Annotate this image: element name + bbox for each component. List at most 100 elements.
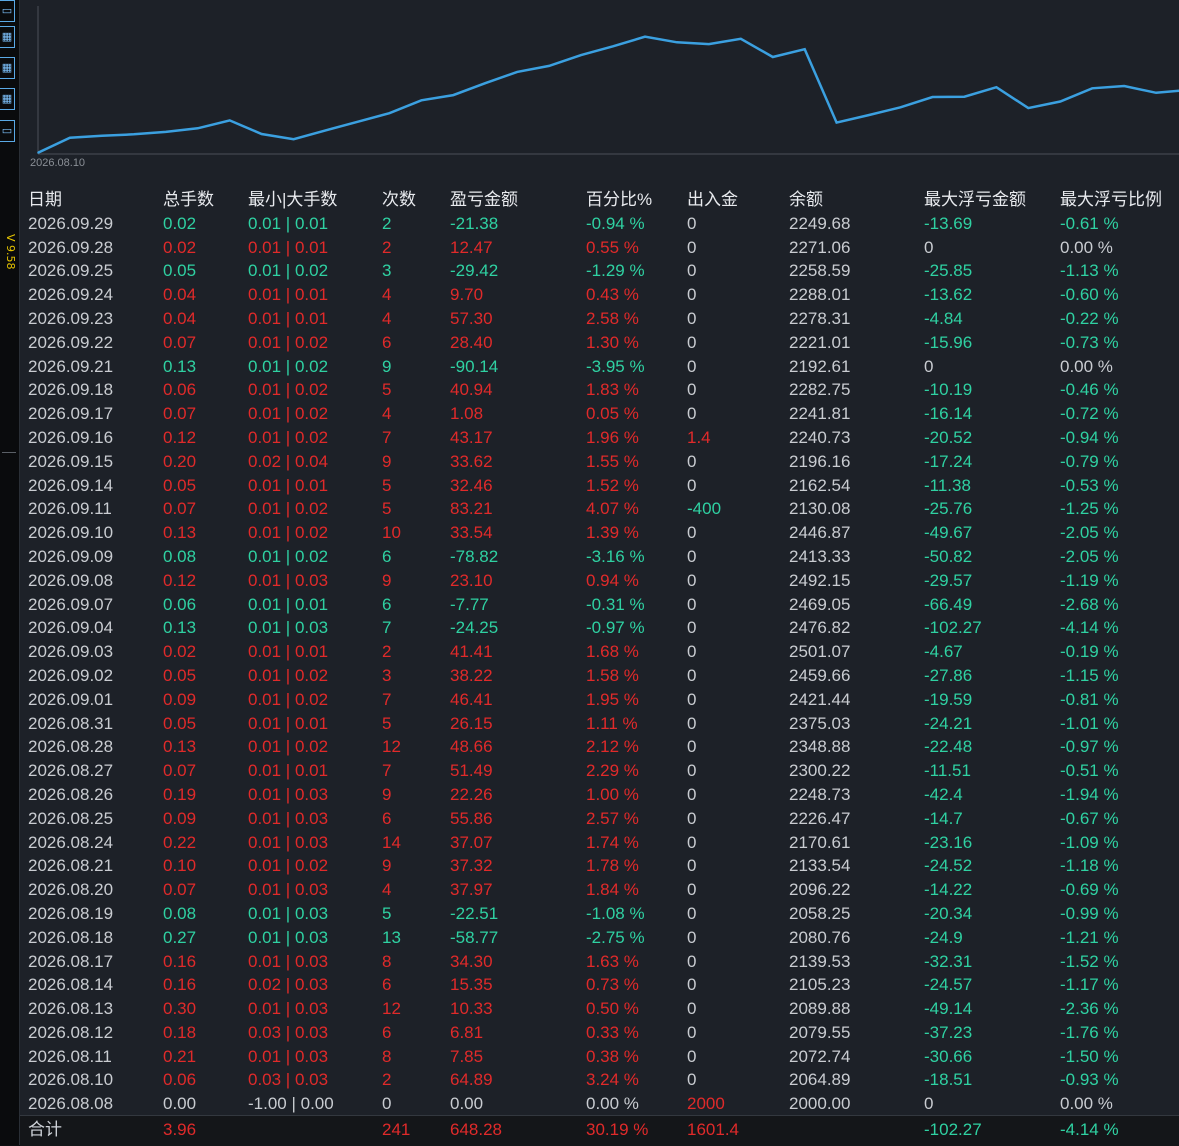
table-row[interactable]: 2026.08.13 0.30 0.01 | 0.03 12 10.33 0.50 % 0 2…: [20, 997, 1179, 1021]
table-row[interactable]: 2026.08.08 0.00 -1.00 | 0.00 0 0.00 0.00 % 200…: [20, 1092, 1179, 1116]
tool-icon-2[interactable]: ▦: [0, 26, 15, 48]
cell-total-lots: 0.05: [163, 665, 197, 685]
table-row[interactable]: 2026.09.04 0.13 0.01 | 0.03 7 -24.25 -0.97 % 0…: [20, 616, 1179, 640]
table-row[interactable]: 2026.08.26 0.19 0.01 | 0.03 9 22.26 1.00 % 0 22…: [20, 783, 1179, 807]
table-row[interactable]: 2026.08.24 0.22 0.01 | 0.03 14 37.07 1.74 % 0 2…: [20, 831, 1179, 855]
tool-icon-1[interactable]: ▭: [0, 0, 15, 22]
cell-count: 6: [382, 1022, 392, 1042]
cell-total-lots: 0.12: [163, 427, 197, 447]
table-row[interactable]: 2026.08.10 0.06 0.03 | 0.03 2 64.89 3.24 % 0 20…: [20, 1068, 1179, 1092]
table-row[interactable]: 2026.09.16 0.12 0.01 | 0.02 7 43.17 1.96 % 1.4…: [20, 426, 1179, 450]
header-total-lots[interactable]: 总手数: [163, 188, 214, 212]
table-row[interactable]: 2026.08.25 0.09 0.01 | 0.03 6 55.86 2.57 % 0 22…: [20, 807, 1179, 831]
cell-min-max-lots: -1.00 | 0.00: [248, 1094, 334, 1114]
table-row[interactable]: 2026.09.24 0.04 0.01 | 0.01 4 9.70 0.43 % 0 228…: [20, 283, 1179, 307]
table-row[interactable]: 2026.08.19 0.08 0.01 | 0.03 5 -22.51 -1.08 % 0…: [20, 902, 1179, 926]
table-row[interactable]: 2026.08.11 0.21 0.01 | 0.03 8 7.85 0.38 % 0 207…: [20, 1045, 1179, 1069]
cell-percent: 1.74 %: [586, 832, 639, 852]
table-row[interactable]: 2026.08.14 0.16 0.02 | 0.03 6 15.35 0.73 % 0 21…: [20, 973, 1179, 997]
cell-max-float-ratio: -1.21 %: [1060, 927, 1119, 947]
cell-min-max-lots: 0.01 | 0.01: [248, 475, 329, 495]
table-row[interactable]: 2026.09.11 0.07 0.01 | 0.02 5 83.21 4.07 % -40…: [20, 497, 1179, 521]
tool-icon-5[interactable]: ▭: [0, 120, 15, 142]
cell-count: 2: [382, 642, 392, 662]
cell-max-float-loss: 0: [924, 237, 934, 257]
header-max-float-ratio[interactable]: 最大浮亏比例: [1060, 188, 1162, 212]
cell-total-lots: 0.13: [163, 356, 197, 376]
table-row[interactable]: 2026.08.20 0.07 0.01 | 0.03 4 37.97 1.84 % 0 20…: [20, 878, 1179, 902]
cell-count: 6: [382, 546, 392, 566]
balance-chart: 2026.08.10: [20, 0, 1179, 176]
header-deposit-withdraw[interactable]: 出入金: [687, 188, 738, 212]
balance-point: [1027, 107, 1030, 109]
cell-pnl: 41.41: [450, 642, 493, 662]
cell-min-max-lots: 0.01 | 0.01: [248, 285, 329, 305]
header-min-max-lots[interactable]: 最小|大手数: [248, 188, 337, 212]
table-row[interactable]: 2026.09.15 0.20 0.02 | 0.04 9 33.62 1.55 % 0 21…: [20, 450, 1179, 474]
header-percent[interactable]: 百分比%: [586, 188, 652, 212]
report-panel: 2026.08.10 日期 总手数 最小|大手数 次数 盈亏金额 百分比% 出入…: [20, 0, 1179, 1146]
cell-deposit-withdraw: 0: [687, 832, 697, 852]
cell-total-lots: 0.06: [163, 1070, 197, 1090]
cell-balance: 2080.76: [789, 927, 851, 947]
header-count[interactable]: 次数: [382, 188, 416, 212]
table-row[interactable]: 2026.09.18 0.06 0.01 | 0.02 5 40.94 1.83 % 0 22…: [20, 378, 1179, 402]
table-row[interactable]: 2026.08.12 0.18 0.03 | 0.03 6 6.81 0.33 % 0 207…: [20, 1021, 1179, 1045]
cell-deposit-withdraw: 0: [687, 594, 697, 614]
header-max-float-loss[interactable]: 最大浮亏金额: [924, 188, 1026, 212]
balance-line: [37, 35, 1179, 154]
cell-deposit-withdraw: 0: [687, 689, 697, 709]
table-row[interactable]: 2026.09.29 0.02 0.01 | 0.01 2 -21.38 -0.94 % 0…: [20, 212, 1179, 236]
header-date[interactable]: 日期: [28, 188, 62, 212]
table-row[interactable]: 2026.08.17 0.16 0.01 | 0.03 8 34.30 1.63 % 0 21…: [20, 950, 1179, 974]
cell-max-float-ratio: -0.51 %: [1060, 761, 1119, 781]
cell-max-float-loss: -4.84: [924, 308, 963, 328]
table-row[interactable]: 2026.09.02 0.05 0.01 | 0.02 3 38.22 1.58 % 0 24…: [20, 664, 1179, 688]
cell-min-max-lots: 0.01 | 0.01: [248, 713, 329, 733]
table-row[interactable]: 2026.09.28 0.02 0.01 | 0.01 2 12.47 0.55 % 0 22…: [20, 236, 1179, 260]
cell-max-float-ratio: -0.81 %: [1060, 689, 1119, 709]
cell-pnl: -90.14: [450, 356, 499, 376]
table-row[interactable]: 2026.09.03 0.02 0.01 | 0.01 2 41.41 1.68 % 0 25…: [20, 640, 1179, 664]
tool-icon-3[interactable]: ▦: [0, 57, 15, 79]
table-row[interactable]: 2026.08.27 0.07 0.01 | 0.01 7 51.49 2.29 % 0 23…: [20, 759, 1179, 783]
table-row[interactable]: 2026.09.22 0.07 0.01 | 0.02 6 28.40 1.30 % 0 22…: [20, 331, 1179, 355]
cell-total-lots: 0.08: [163, 546, 197, 566]
cell-percent: 2.12 %: [586, 737, 639, 757]
balance-point: [69, 136, 71, 139]
cell-deposit-withdraw: -400: [687, 499, 722, 519]
cell-pnl: -7.77: [450, 594, 489, 614]
cell-min-max-lots: 0.02 | 0.04: [248, 451, 329, 471]
cell-max-float-loss: -4.67: [924, 642, 963, 662]
cell-deposit-withdraw: 0: [687, 784, 697, 804]
tool-icon-4[interactable]: ▦: [0, 88, 15, 110]
header-balance[interactable]: 余额: [789, 188, 823, 212]
table-row[interactable]: 2026.08.21 0.10 0.01 | 0.02 9 37.32 1.78 % 0 21…: [20, 854, 1179, 878]
table-row[interactable]: 2026.09.14 0.05 0.01 | 0.01 5 32.46 1.52 % 0 21…: [20, 474, 1179, 498]
table-row[interactable]: 2026.09.17 0.07 0.01 | 0.02 4 1.08 0.05 % 0 224…: [20, 402, 1179, 426]
table-row[interactable]: 2026.09.08 0.12 0.01 | 0.03 9 23.10 0.94 % 0 24…: [20, 569, 1179, 593]
header-pnl[interactable]: 盈亏金额: [450, 188, 518, 212]
cell-min-max-lots: 0.01 | 0.02: [248, 546, 329, 566]
table-row[interactable]: 2026.08.28 0.13 0.01 | 0.02 12 48.66 2.12 % 0 2…: [20, 735, 1179, 759]
cell-date: 2026.08.14: [28, 975, 114, 995]
cell-percent: 1.11 %: [586, 713, 638, 733]
cell-max-float-loss: -24.57: [924, 975, 973, 995]
table-row[interactable]: 2026.08.31 0.05 0.01 | 0.01 5 26.15 1.11 % 0 23…: [20, 712, 1179, 736]
table-row[interactable]: 2026.09.01 0.09 0.01 | 0.02 7 46.41 1.95 % 0 24…: [20, 688, 1179, 712]
table-row[interactable]: 2026.09.10 0.13 0.01 | 0.02 10 33.54 1.39 % 0 2…: [20, 521, 1179, 545]
cell-balance: 2221.01: [789, 332, 851, 352]
table-row[interactable]: 2026.09.07 0.06 0.01 | 0.01 6 -7.77 -0.31 % 0 2…: [20, 593, 1179, 617]
table-row[interactable]: 2026.09.25 0.05 0.01 | 0.02 3 -29.42 -1.29 % 0…: [20, 259, 1179, 283]
cell-pnl: 32.46: [450, 475, 493, 495]
cell-max-float-ratio: -1.13 %: [1060, 261, 1119, 281]
cell-total-lots: 0.05: [163, 713, 197, 733]
cell-total-lots: 0.21: [163, 1046, 197, 1066]
cell-count: 8: [382, 951, 392, 971]
cell-min-max-lots: 0.01 | 0.02: [248, 380, 329, 400]
cell-count: 7: [382, 427, 392, 447]
table-row[interactable]: 2026.09.09 0.08 0.01 | 0.02 6 -78.82 -3.16 % 0…: [20, 545, 1179, 569]
table-row[interactable]: 2026.08.18 0.27 0.01 | 0.03 13 -58.77 -2.75 %…: [20, 926, 1179, 950]
table-row[interactable]: 2026.09.23 0.04 0.01 | 0.01 4 57.30 2.58 % 0 22…: [20, 307, 1179, 331]
table-row[interactable]: 2026.09.21 0.13 0.01 | 0.02 9 -90.14 -3.95 % 0…: [20, 355, 1179, 379]
